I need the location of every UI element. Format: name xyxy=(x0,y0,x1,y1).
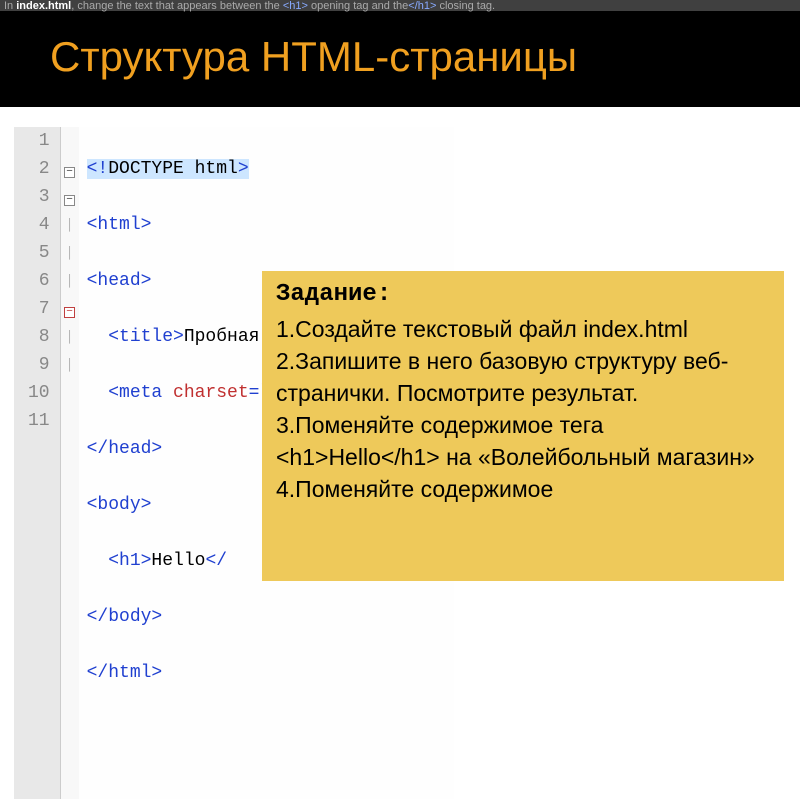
slide-header: Структура HTML-страницы xyxy=(0,11,800,107)
fold-toggle-icon[interactable]: − xyxy=(64,195,75,206)
task-title: Задание: xyxy=(276,279,770,311)
task-item: 1.Создайте текстовый файл index.html xyxy=(276,313,770,345)
line-number-gutter: 1 2 3 4 5 6 7 8 9 10 11 xyxy=(14,127,61,799)
task-item: 4.Поменяйте содержимое xyxy=(276,473,770,505)
fold-toggle-icon[interactable]: − xyxy=(64,167,75,178)
line-number: 8 xyxy=(28,323,50,351)
editor-hint-bar: In index.html, change the text that appe… xyxy=(0,0,800,11)
line-number: 9 xyxy=(28,351,50,379)
fold-gutter: − − │ │ │ − │ │ xyxy=(61,127,79,799)
line-number: 5 xyxy=(28,239,50,267)
content-area: 1 2 3 4 5 6 7 8 9 10 11 − − │ │ │ − │ │ … xyxy=(0,107,800,127)
task-item: 2.Запишите в него базовую структуру веб-… xyxy=(276,345,770,409)
task-box: Задание: 1.Создайте текстовый файл index… xyxy=(262,271,784,581)
line-number: 11 xyxy=(28,407,50,435)
fold-toggle-icon[interactable]: − xyxy=(64,307,75,318)
line-number: 4 xyxy=(28,211,50,239)
line-number: 1 xyxy=(28,127,50,155)
line-number: 7 xyxy=(28,295,50,323)
line-number: 2 xyxy=(28,155,50,183)
task-item: 3.Поменяйте содержимое тега <h1>Hello</h… xyxy=(276,409,770,473)
slide-title: Структура HTML-страницы xyxy=(50,33,800,81)
line-number: 6 xyxy=(28,267,50,295)
line-number: 10 xyxy=(28,379,50,407)
line-number: 3 xyxy=(28,183,50,211)
